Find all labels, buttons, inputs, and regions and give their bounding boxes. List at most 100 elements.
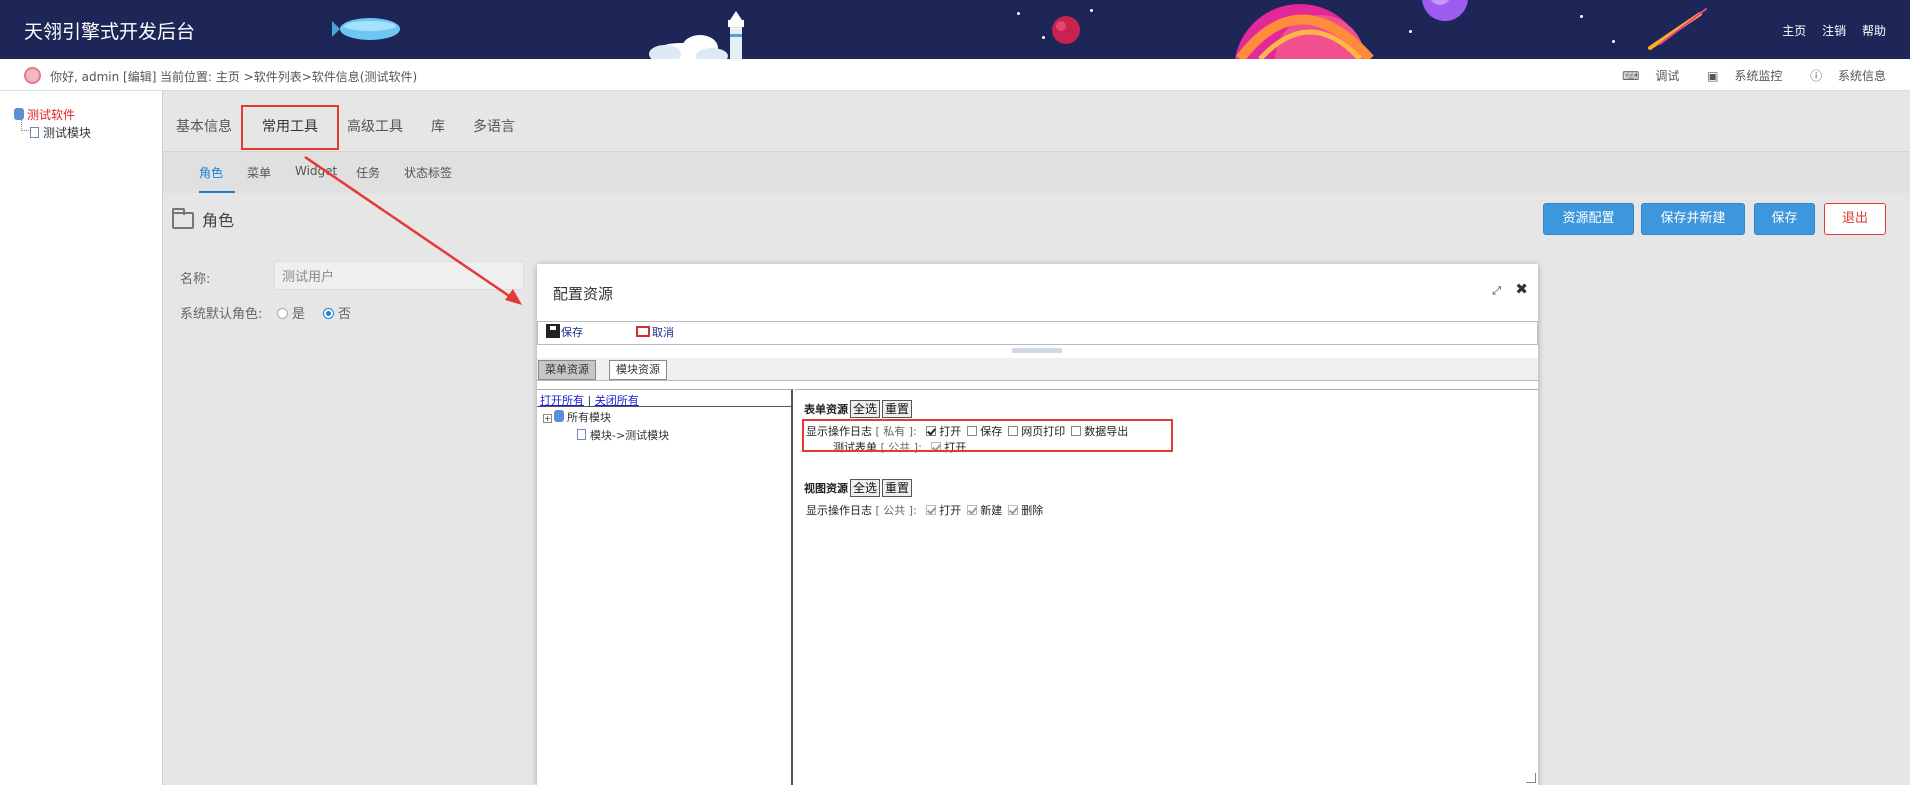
system-info-label: 系统信息	[1837, 69, 1886, 83]
close-icon[interactable]: ✖	[1515, 280, 1528, 298]
planet-pink-icon	[1234, 4, 1374, 59]
splitter-handle[interactable]	[1012, 348, 1062, 353]
planet-red-icon	[1052, 16, 1080, 44]
config-resource-dialog: 配置资源 ⤢ ✖ 保存 取消 菜单资源 模块资源 打开所有 | 关闭所有 + 所有…	[537, 264, 1538, 785]
dialog-title: 配置资源	[553, 285, 614, 303]
active-subtab-indicator	[199, 191, 235, 193]
tree-item-module[interactable]: 测试模块	[30, 124, 91, 141]
tab-advanced-tools[interactable]: 高级工具	[347, 105, 403, 150]
option-label: 打开	[939, 504, 962, 517]
option-label: 删除	[1021, 504, 1044, 517]
view-resource-header: 视图资源 全选 重置	[804, 479, 913, 497]
sub-tabs: 角色 菜单 Widget 任务 状态标签	[163, 151, 1910, 193]
option-label: 新建	[980, 504, 1003, 517]
row-name: 显示操作日志	[806, 504, 872, 517]
debug-icon: ⌨	[1622, 69, 1644, 83]
tree-root-label: 测试软件	[27, 108, 76, 122]
system-monitor-label: 系统监控	[1734, 69, 1783, 83]
expand-toggle-icon[interactable]: +	[543, 414, 552, 423]
help-link[interactable]: 帮助	[1862, 24, 1886, 38]
radio-yes[interactable]	[277, 308, 288, 319]
name-input[interactable]	[274, 261, 524, 290]
default-role-yes[interactable]: 是	[277, 303, 305, 322]
form-reset-button[interactable]: 重置	[882, 400, 913, 418]
cancel-icon	[636, 326, 650, 337]
save-and-new-button[interactable]: 保存并新建	[1641, 203, 1745, 235]
subtab-menu[interactable]: 菜单	[247, 164, 271, 181]
tree-links-divider	[537, 406, 791, 407]
user-bar: 你好, admin [编辑] 当前位置: 主页 >软件列表>软件信息(测试软件)…	[0, 59, 1910, 91]
monitor-icon: ▣	[1707, 69, 1723, 83]
radio-yes-label: 是	[292, 307, 306, 322]
tree-node-all-modules[interactable]: + 所有模块	[543, 409, 611, 425]
save-icon	[546, 324, 560, 338]
default-role-no[interactable]: 否	[323, 303, 351, 322]
radio-no-label: 否	[338, 307, 352, 322]
tree-node-test-module[interactable]: 模块->测试模块	[577, 427, 669, 443]
save-button[interactable]: 保存	[1754, 203, 1815, 235]
resize-grip-icon[interactable]	[1526, 773, 1536, 783]
header-decoration	[332, 0, 1707, 59]
tab-multilanguage[interactable]: 多语言	[473, 105, 515, 150]
checkbox-delete	[1008, 505, 1019, 515]
checkbox-open	[926, 505, 937, 515]
tree-child-label: 测试模块	[43, 126, 92, 140]
document-icon	[30, 127, 39, 138]
radio-no[interactable]	[323, 308, 334, 319]
dialog-save-button[interactable]: 保存	[546, 324, 583, 340]
system-info-link[interactable]: ⓘ 系统信息	[1798, 69, 1886, 83]
subtab-role[interactable]: 角色	[199, 164, 223, 181]
subtab-task[interactable]: 任务	[356, 164, 380, 181]
folder-icon	[172, 208, 194, 229]
form-resource-title: 表单资源	[804, 403, 848, 416]
dialog-toolbar: 保存 取消	[537, 321, 1538, 345]
resource-config-button[interactable]: 资源配置	[1543, 203, 1634, 235]
user-greeting[interactable]: 你好, admin [编辑]	[50, 68, 156, 85]
row-scope: [ 公共 ]:	[875, 504, 917, 517]
section-title-label: 角色	[202, 211, 235, 230]
name-label: 名称:	[180, 272, 211, 287]
view-select-all-button[interactable]: 全选	[850, 479, 881, 497]
form-select-all-button[interactable]: 全选	[850, 400, 881, 418]
tab-library[interactable]: 库	[431, 105, 445, 150]
logout-link[interactable]: 注销	[1822, 24, 1846, 38]
home-link[interactable]: 主页	[1782, 24, 1806, 38]
debug-label: 调试	[1655, 69, 1680, 83]
section-title: 角色	[172, 207, 234, 231]
tree-node-all-modules-label: 所有模块	[567, 411, 611, 424]
dialog-tabs: 菜单资源 模块资源	[537, 358, 1538, 381]
top-header: 天翎引擎式开发后台 主页 注销 帮助	[0, 0, 1910, 59]
software-tree: 测试软件 测试模块	[0, 91, 163, 785]
expand-icon[interactable]: ⤢	[1492, 284, 1501, 298]
dialog-cancel-label: 取消	[652, 326, 674, 339]
highlight-annotation	[802, 419, 1173, 452]
system-monitor-link[interactable]: ▣ 系统监控	[1695, 69, 1782, 83]
breadcrumb: 当前位置: 主页 >软件列表>软件信息(测试软件)	[160, 70, 418, 84]
info-icon: ⓘ	[1810, 69, 1826, 83]
view-reset-button[interactable]: 重置	[882, 479, 913, 497]
default-role-label: 系统默认角色:	[180, 307, 263, 322]
avatar	[24, 67, 41, 84]
blimp-icon	[332, 18, 400, 40]
header-links: 主页 注销 帮助	[1770, 22, 1886, 39]
cloud-icon	[649, 35, 728, 59]
document-icon	[577, 429, 586, 440]
lighthouse-icon	[728, 11, 744, 59]
tab-common-tools[interactable]: 常用工具	[241, 105, 339, 150]
tree-connector	[21, 119, 29, 131]
tab-module-resource[interactable]: 模块资源	[609, 360, 667, 380]
form-resource-header: 表单资源 全选 重置	[804, 400, 913, 418]
database-icon	[554, 410, 564, 422]
subtab-widget[interactable]: Widget	[295, 164, 337, 178]
tab-menu-resource[interactable]: 菜单资源	[538, 360, 596, 380]
debug-link[interactable]: ⌨ 调试	[1610, 69, 1679, 83]
exit-button[interactable]: 退出	[1824, 203, 1886, 235]
userbar-tools: ⌨ 调试 ▣ 系统监控 ⓘ 系统信息	[1598, 67, 1886, 84]
view-row-log: 显示操作日志 [ 公共 ]: 打开 新建 删除	[806, 502, 1043, 518]
comet-icon	[1648, 8, 1707, 50]
subtab-status-tag[interactable]: 状态标签	[404, 164, 452, 181]
dialog-cancel-button[interactable]: 取消	[636, 324, 674, 340]
checkbox-new	[967, 505, 978, 515]
view-resource-title: 视图资源	[804, 482, 848, 495]
tab-basic-info[interactable]: 基本信息	[176, 105, 232, 150]
